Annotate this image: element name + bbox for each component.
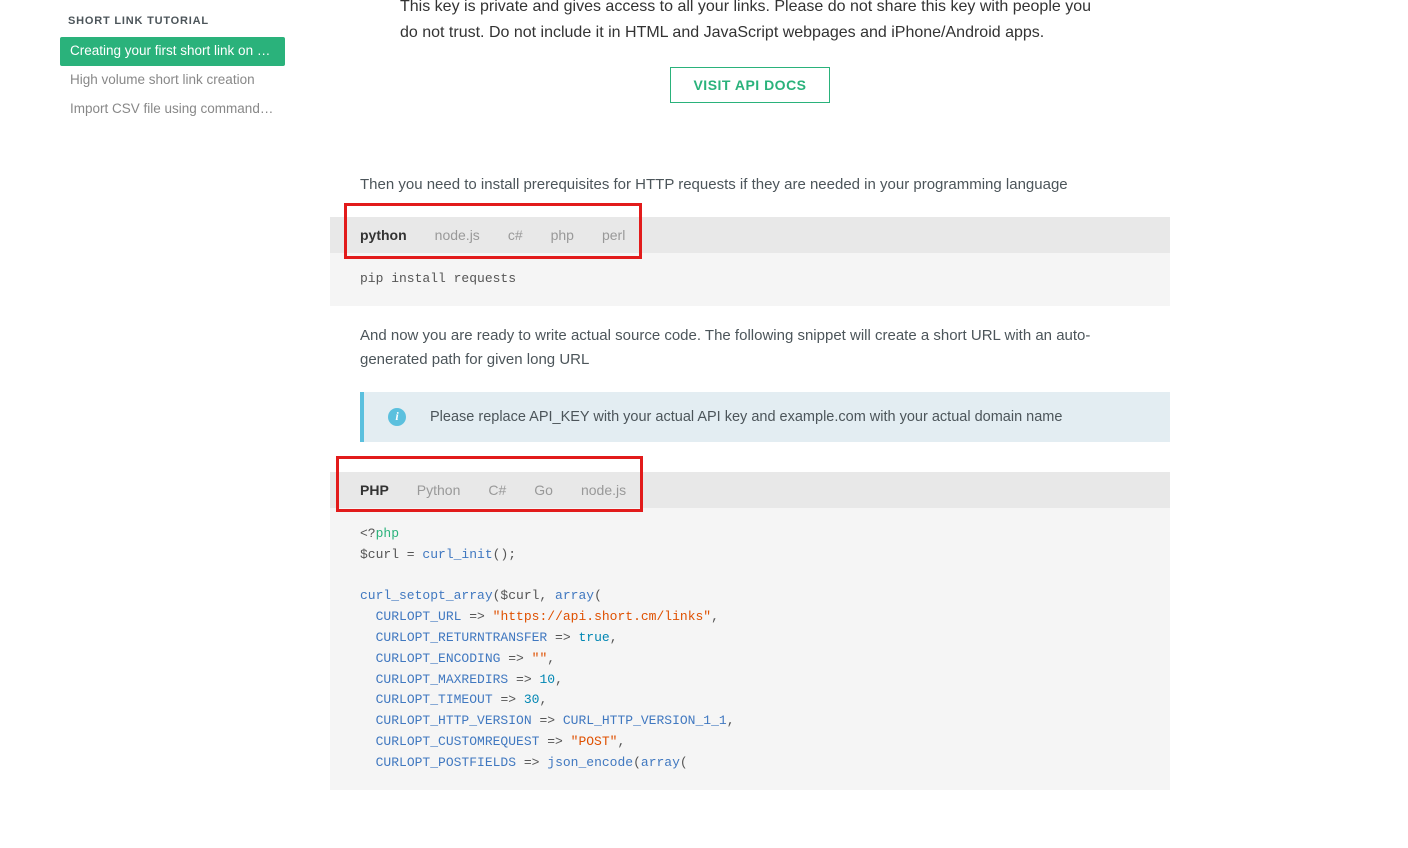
prereq-tab-perl[interactable]: perl (602, 227, 625, 243)
info-callout: i Please replace API_KEY with your actua… (360, 392, 1170, 442)
sidebar-item-1[interactable]: High volume short link creation (60, 66, 285, 95)
main-tab-node-js[interactable]: node.js (581, 482, 626, 498)
main-content: This key is private and gives access to … (300, 0, 1200, 848)
prerequisites-paragraph: Then you need to install prerequisites f… (330, 173, 1170, 197)
visit-api-docs-button[interactable]: VISIT API DOCS (670, 67, 829, 103)
prereq-tab-node-js[interactable]: node.js (435, 227, 480, 243)
ready-paragraph: And now you are ready to write actual so… (330, 324, 1170, 372)
prereq-tab-php[interactable]: php (551, 227, 574, 243)
prereq-tab-c-[interactable]: c# (508, 227, 523, 243)
language-tabs-main: PHP Python C# Go node.js (330, 472, 1170, 508)
main-tab-python[interactable]: Python (417, 482, 461, 498)
info-callout-text: Please replace API_KEY with your actual … (430, 409, 1062, 425)
prereq-tab-python[interactable]: python (360, 227, 407, 243)
main-tab-php[interactable]: PHP (360, 482, 389, 498)
sidebar-title: SHORT LINK TUTORIAL (60, 15, 285, 27)
code-body-main: <?php $curl = curl_init(); curl_setopt_a… (330, 508, 1170, 790)
info-icon: i (388, 408, 406, 426)
sidebar-item-2[interactable]: Import CSV file using command lin… (60, 95, 285, 124)
code-block-main: PHP Python C# Go node.js <?php $curl = curl_… (330, 472, 1170, 790)
sidebar: SHORT LINK TUTORIAL Creating your first … (0, 0, 300, 848)
code-body-prereq: pip install requests (330, 253, 1170, 306)
code-block-prereq: python node.js c# php perl pip install reque… (330, 217, 1170, 306)
language-tabs-prereq: python node.js c# php perl (330, 217, 1170, 253)
main-tab-c-[interactable]: C# (488, 482, 506, 498)
intro-paragraph: This key is private and gives access to … (330, 0, 1170, 45)
sidebar-item-0[interactable]: Creating your first short link on Sh… (60, 37, 285, 66)
main-tab-go[interactable]: Go (534, 482, 553, 498)
